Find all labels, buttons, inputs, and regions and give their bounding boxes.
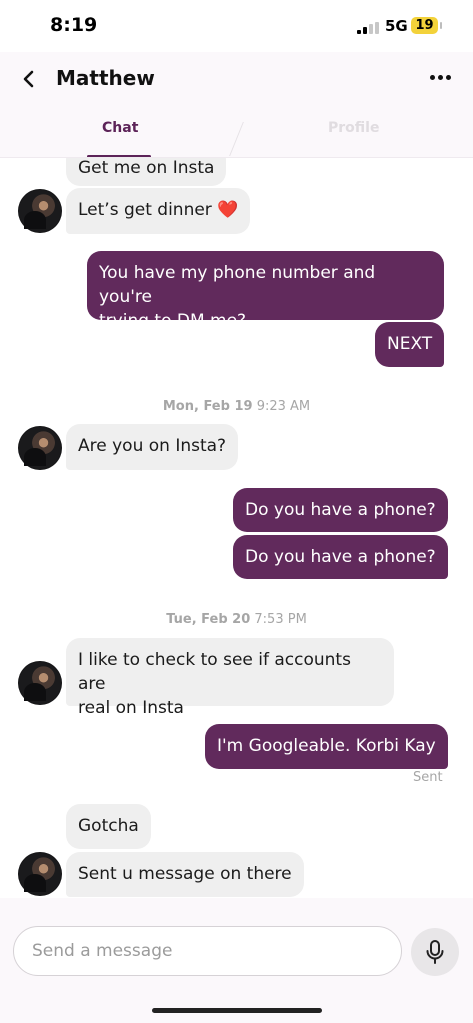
status-bar: 8:19 5G 19 xyxy=(0,0,473,52)
network-type: 5G xyxy=(385,17,408,35)
microphone-icon[interactable] xyxy=(411,928,459,976)
message-bubble-incoming[interactable]: Get me on Insta xyxy=(66,158,227,186)
message-list[interactable]: Get me on Insta Let’s get dinner ❤️ You … xyxy=(0,158,473,898)
message-bubble-outgoing[interactable]: Do you have a phone? xyxy=(233,535,448,579)
avatar[interactable] xyxy=(18,852,62,896)
chat-header: Matthew Chat Profile xyxy=(0,52,473,158)
message-text-line: I like to check to see if accounts are xyxy=(78,650,351,694)
message-text: Do you have a phone? xyxy=(245,547,436,567)
tab-chat[interactable]: Chat xyxy=(102,120,138,136)
message-text: Gotcha xyxy=(78,816,139,836)
message-text-line: You have my phone number and you're xyxy=(99,263,376,307)
contact-name[interactable]: Matthew xyxy=(56,66,155,90)
avatar[interactable] xyxy=(18,661,62,705)
message-bubble-outgoing[interactable]: I'm Googleable. Korbi Kay xyxy=(205,724,448,769)
message-bubble-outgoing[interactable]: Do you have a phone? xyxy=(233,488,448,532)
home-indicator xyxy=(152,1008,322,1013)
message-bubble-incoming[interactable]: I like to check to see if accounts are r… xyxy=(66,638,394,718)
message-bubble-incoming[interactable]: Let’s get dinner ❤️ xyxy=(66,188,251,234)
message-text: I'm Googleable. Korbi Kay xyxy=(217,736,436,756)
message-text: Sent u message on there xyxy=(78,864,292,884)
message-bubble-incoming[interactable]: Are you on Insta? xyxy=(66,424,239,470)
divider-day: Tue, Feb 20 xyxy=(166,612,251,627)
divider-time: 7:53 PM xyxy=(254,612,307,627)
avatar[interactable] xyxy=(18,189,62,233)
message-bubble-outgoing[interactable]: You have my phone number and you're tryi… xyxy=(87,251,444,331)
message-text: Let’s get dinner ❤️ xyxy=(78,200,239,220)
message-text-line: real on Insta xyxy=(78,698,184,718)
battery-icon: 19 xyxy=(411,17,442,34)
message-text: NEXT xyxy=(387,334,433,354)
message-bubble-outgoing[interactable]: NEXT xyxy=(375,322,445,367)
message-bubble-incoming[interactable]: Gotcha xyxy=(66,804,151,849)
status-time: 8:19 xyxy=(50,14,98,36)
more-dots-icon[interactable] xyxy=(427,66,453,88)
cellular-signal-icon xyxy=(357,22,379,34)
delivery-status: Sent xyxy=(413,770,443,785)
message-text: Do you have a phone? xyxy=(245,500,436,520)
message-text: Get me on Insta xyxy=(78,158,215,178)
avatar[interactable] xyxy=(18,426,62,470)
divider-day: Mon, Feb 19 xyxy=(162,399,253,414)
date-divider: Mon, Feb 19 9:23 AM xyxy=(0,399,473,414)
message-text: Are you on Insta? xyxy=(78,436,227,456)
date-divider: Tue, Feb 20 7:53 PM xyxy=(0,612,473,627)
divider-time: 9:23 AM xyxy=(256,399,311,414)
back-chevron-icon[interactable] xyxy=(18,68,40,90)
tab-separator xyxy=(229,122,244,156)
composer xyxy=(0,898,473,1023)
tab-profile[interactable]: Profile xyxy=(328,120,379,136)
message-bubble-incoming[interactable]: Sent u message on there xyxy=(66,852,304,897)
message-input[interactable] xyxy=(13,926,402,976)
